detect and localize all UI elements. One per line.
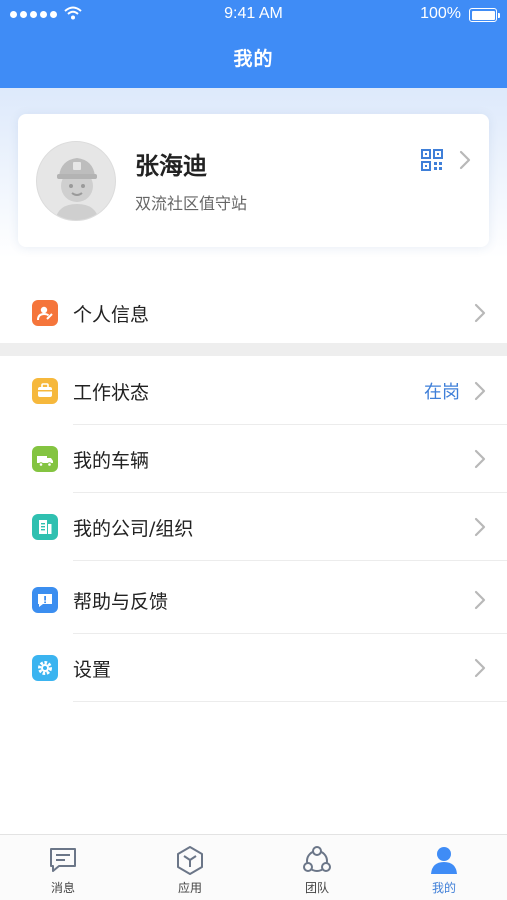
chevron-right-icon [474,658,486,678]
chevron-right-icon [474,590,486,610]
chevron-right-icon [474,381,486,401]
profile-card[interactable]: 张海迪 双流社区值守站 [18,114,489,247]
avatar [36,141,116,221]
chevron-right-icon [459,150,471,170]
truck-icon [32,446,58,472]
section-divider [0,343,507,356]
menu-item-label: 设置 [73,658,112,681]
tab-label: 消息 [50,881,75,895]
tab-mine[interactable]: 我的 [381,835,507,900]
tab-team[interactable]: 团队 [254,835,380,900]
menu-item-settings[interactable]: 设置 [0,634,507,702]
firefighter-avatar-icon [55,158,99,220]
battery-icon [469,8,500,22]
battery-percent: 100% [420,5,461,22]
row-divider [73,560,507,561]
row-divider [73,701,507,702]
app-header: 9:41 AM 100% 我的 [0,0,507,88]
apps-cube-icon [177,846,203,875]
tab-label: 团队 [304,881,329,895]
person-edit-icon [32,300,58,326]
tab-label: 应用 [177,881,202,895]
chevron-right-icon [474,517,486,537]
user-icon [431,847,457,874]
menu-item-label: 个人信息 [73,303,150,326]
tab-apps[interactable]: 应用 [127,835,253,900]
user-station: 双流社区值守站 [135,194,248,213]
team-icon [303,846,331,872]
tab-label: 我的 [431,881,456,895]
menu-item-label: 我的公司/组织 [73,517,194,540]
gear-icon [32,655,58,681]
menu-item-label: 帮助与反馈 [73,590,169,613]
menu-item-my-company[interactable]: 我的公司/组织 [0,493,507,561]
menu-item-label: 工作状态 [73,381,150,404]
chevron-right-icon [474,449,486,469]
feedback-icon [32,587,58,613]
menu-item-personal-info[interactable]: 个人信息 [0,279,507,347]
menu-item-my-vehicles[interactable]: 我的车辆 [0,425,507,493]
message-icon [50,848,76,872]
menu-item-help-feedback[interactable]: 帮助与反馈 [0,566,507,634]
status-bar: 9:41 AM 100% [0,0,507,30]
menu-item-label: 我的车辆 [73,449,150,472]
menu-item-work-status[interactable]: 工作状态 在岗 [0,357,507,425]
chevron-right-icon [474,303,486,323]
briefcase-icon [32,378,58,404]
qr-code-icon[interactable] [421,149,443,171]
bottom-tab-bar: 消息 应用 团队 我的 [0,834,507,900]
tab-messages[interactable]: 消息 [0,835,126,900]
page-title: 我的 [233,48,274,70]
building-icon [32,514,58,540]
user-name: 张海迪 [135,152,207,180]
work-status-value: 在岗 [424,382,460,403]
